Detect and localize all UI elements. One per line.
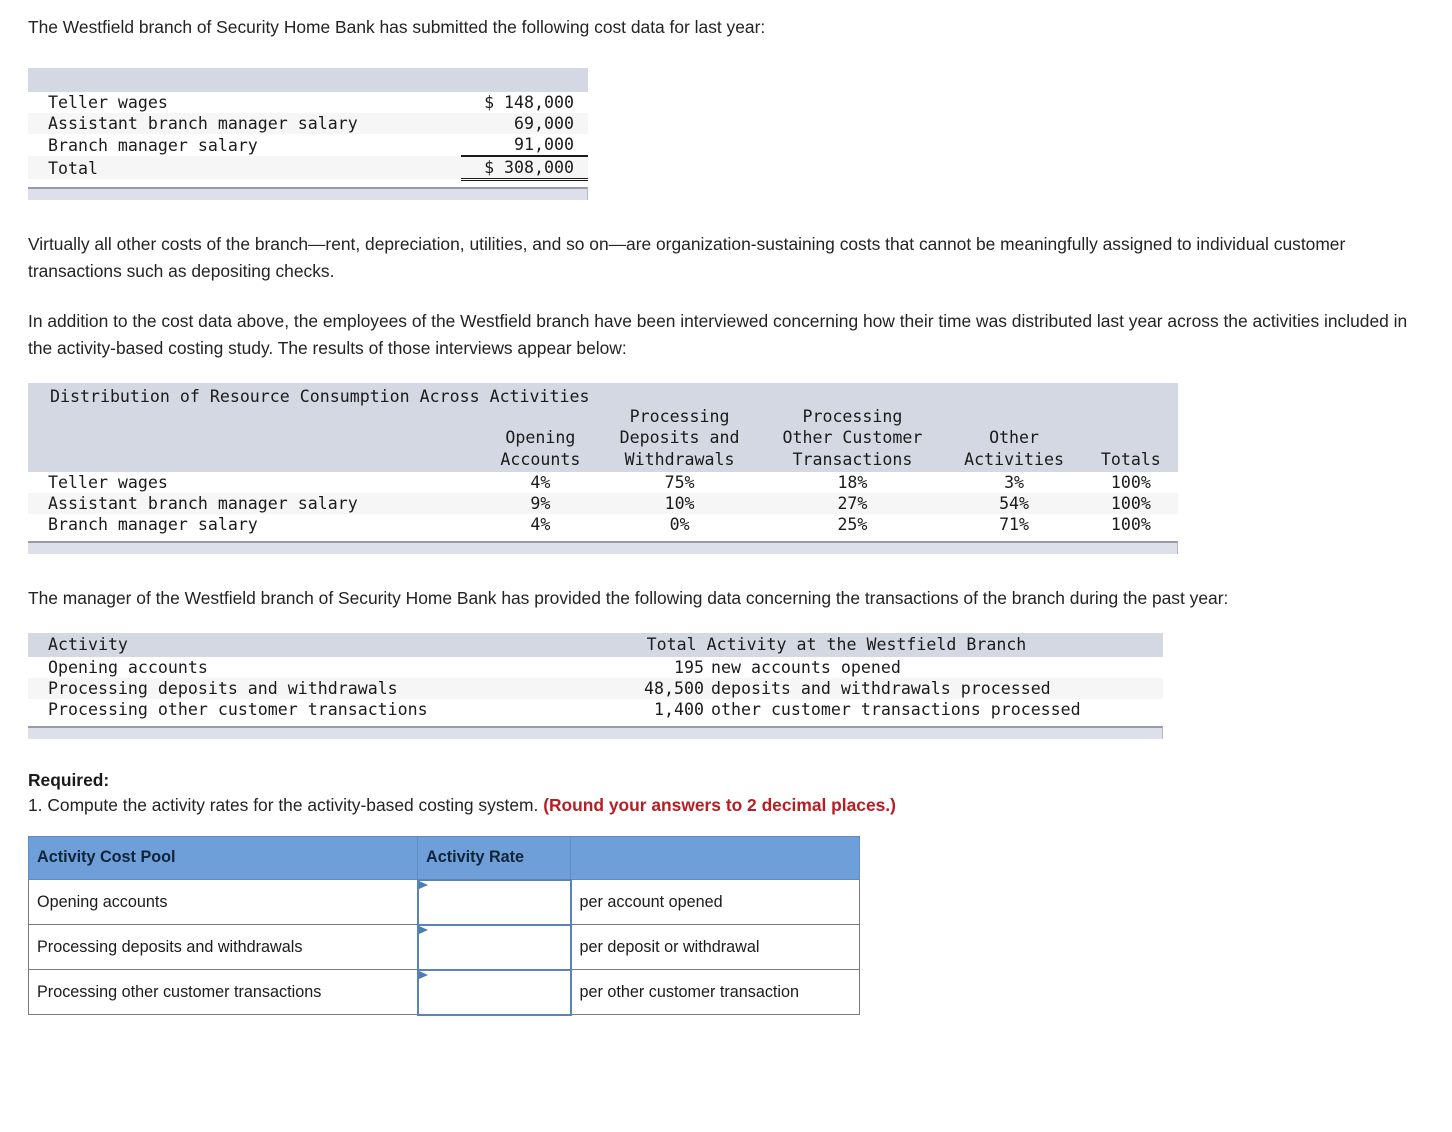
distribution-row-label: Assistant branch manager salary (48, 494, 358, 514)
distribution-cell-totals: 100% (1110, 515, 1151, 535)
cost-total-row: Total $ 308,000 (28, 154, 588, 181)
activity-row-description: other customer transactions processed (711, 699, 1081, 719)
required-item-1-text: 1. Compute the activity rates for the ac… (28, 794, 544, 815)
cell-marker-icon (418, 970, 428, 979)
distribution-title: Distribution of Resource Consumption Acr… (28, 382, 1178, 406)
distribution-cell-deposits-withdrawals: 10% (664, 494, 695, 514)
cell-marker-icon (418, 880, 428, 889)
distribution-cell-opening-accounts: 4% (530, 515, 551, 535)
intro-paragraph: The Westfield branch of Security Home Ba… (28, 17, 766, 37)
manager-data-paragraph: The manager of the Westfield branch of S… (28, 588, 1229, 609)
cost-row-amount: $ 148,000 (484, 92, 574, 112)
distribution-cell-opening-accounts: 4% (530, 473, 551, 493)
distribution-cell-other-activities: 71% (999, 515, 1030, 535)
distribution-title-row: Distribution of Resource Consumption Acr… (28, 382, 1178, 406)
cost-data-table: Teller wages $ 148,000 Assistant branch … (28, 67, 588, 200)
worksheet-page: The Westfield branch of Security Home Ba… (0, 0, 1452, 1016)
table-row: Assistant branch manager salary 9% 10% 2… (28, 493, 1178, 515)
activity-row-amount: 195 (674, 657, 704, 677)
table-row: Branch manager salary 91,000 (28, 133, 588, 156)
column-header-unit (570, 835, 860, 881)
cost-row-amount: 91,000 (514, 134, 574, 154)
distribution-cell-other-transactions: 18% (837, 473, 868, 493)
activity-row-label: Processing other customer transactions (48, 699, 428, 719)
activity-row-amount: 48,500 (644, 678, 704, 698)
cost-table-header-band (28, 67, 588, 92)
organization-sustaining-paragraph: Virtually all other costs of the branch—… (28, 233, 1346, 282)
table-row: Processing deposits and withdrawals per … (28, 923, 860, 971)
distribution-cell-other-activities: 54% (999, 494, 1030, 514)
required-label: Required: (28, 769, 110, 790)
cost-table-footer-bar (28, 186, 588, 200)
activity-row-description: new accounts opened (711, 657, 901, 677)
activity-row-label: Processing deposits and withdrawals (48, 678, 398, 698)
answer-row-unit-label: per deposit or withdrawal (570, 924, 860, 971)
cost-row-amount: 69,000 (514, 113, 574, 133)
activity-header-row: Activity Total Activity at the Westfield… (28, 632, 1163, 657)
distribution-cell-deposits-withdrawals: 0% (669, 515, 690, 535)
activity-row-description: deposits and withdrawals processed (711, 678, 1051, 698)
activity-rate-input-opening-accounts[interactable] (416, 878, 572, 926)
cost-total-label: Total (48, 159, 98, 178)
column-header-other-activities: Other Activities (944, 405, 1084, 473)
interview-paragraph: In addition to the cost data above, the … (28, 310, 1408, 359)
distribution-cell-other-transactions: 25% (837, 515, 868, 535)
cost-total-amount: $ 308,000 (461, 154, 588, 181)
distribution-cell-totals: 100% (1110, 494, 1151, 514)
distribution-table: Distribution of Resource Consumption Acr… (28, 382, 1178, 555)
column-header-opening-accounts: Opening Accounts (482, 405, 599, 473)
distribution-cell-opening-accounts: 9% (530, 494, 551, 514)
distribution-cell-other-activities: 3% (1004, 473, 1025, 493)
table-row: Processing other customer transactions 1… (28, 698, 1163, 720)
table-row: Branch manager salary 4% 0% 25% 71% 100% (28, 514, 1178, 536)
cell-marker-icon (418, 925, 428, 934)
column-header-activity-rate: Activity Rate (417, 835, 571, 881)
answer-row-unit-label: per other customer transaction (570, 969, 860, 1016)
table-row: Opening accounts 195 new accounts opened (28, 656, 1163, 678)
distribution-cell-totals: 100% (1110, 473, 1151, 493)
column-header-processing-other-transactions: Processing Other Customer Transactions (760, 405, 945, 473)
distribution-row-label: Teller wages (48, 473, 168, 493)
distribution-cell-other-transactions: 27% (837, 494, 868, 514)
answer-row-unit-label: per account opened (570, 879, 860, 926)
table-row: Teller wages $ 148,000 (28, 91, 588, 113)
table-row: Assistant branch manager salary 69,000 (28, 112, 588, 134)
activity-row-amount: 1,400 (654, 699, 704, 719)
table-row: Teller wages 4% 75% 18% 3% 100% (28, 472, 1178, 494)
activity-rate-input-deposits-withdrawals[interactable] (416, 923, 572, 971)
column-header-totals: Totals (1083, 405, 1178, 473)
distribution-cell-deposits-withdrawals: 75% (664, 473, 695, 493)
required-block: Required: 1. Compute the activity rates … (28, 770, 1426, 816)
distribution-table-footer-bar (28, 541, 1178, 555)
activity-table-footer-bar (28, 725, 1163, 739)
activity-volume-table: Activity Total Activity at the Westfield… (28, 632, 1163, 739)
cost-row-label: Branch manager salary (48, 135, 258, 155)
activity-rate-input-other-transactions[interactable] (416, 968, 572, 1016)
answer-row-pool-label: Processing deposits and withdrawals (28, 924, 418, 971)
table-row: Processing other customer transactions p… (28, 968, 860, 1016)
answer-row-pool-label: Opening accounts (28, 879, 418, 926)
column-header-activity-cost-pool: Activity Cost Pool (28, 835, 418, 881)
table-row: Processing deposits and withdrawals 48,5… (28, 677, 1163, 699)
cost-row-label: Teller wages (48, 92, 168, 112)
column-header-activity: Activity (48, 634, 128, 654)
distribution-header-row: Opening Accounts Processing Deposits and… (28, 405, 1178, 473)
answer-row-pool-label: Processing other customer transactions (28, 969, 418, 1016)
column-header-total-activity: Total Activity at the Westfield Branch (646, 634, 1027, 654)
activity-row-label: Opening accounts (48, 657, 208, 677)
column-header-processing-deposits-withdrawals: Processing Deposits and Withdrawals (598, 405, 761, 473)
cost-row-label: Assistant branch manager salary (48, 113, 358, 133)
required-item-1: 1. Compute the activity rates for the ac… (28, 795, 1426, 816)
table-row: Opening accounts per account opened (28, 878, 860, 926)
distribution-row-label: Branch manager salary (48, 515, 258, 535)
rounding-note: (Round your answers to 2 decimal places.… (543, 794, 896, 815)
activity-rate-answer-table: Activity Cost Pool Activity Rate Opening… (28, 835, 860, 1016)
answer-table-header-row: Activity Cost Pool Activity Rate (28, 835, 860, 881)
